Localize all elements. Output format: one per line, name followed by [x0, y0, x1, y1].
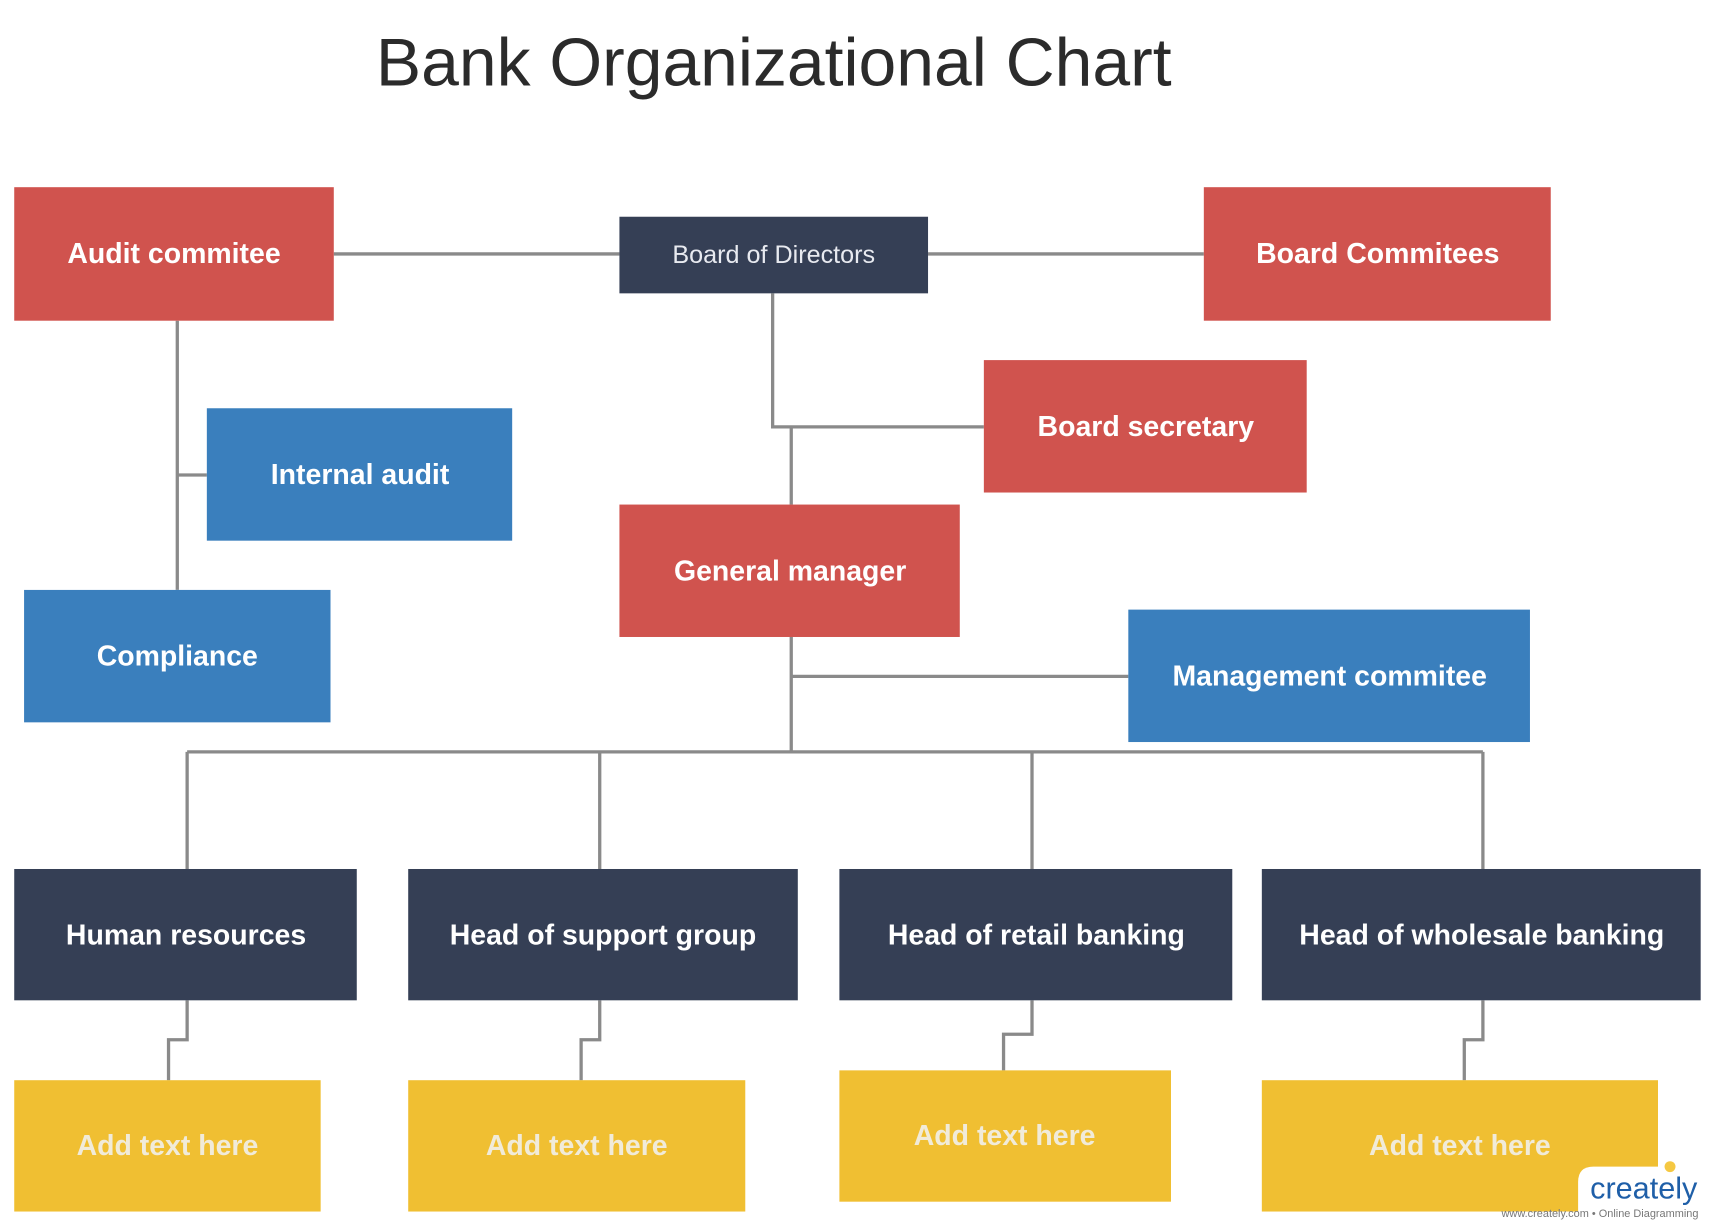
node-label: Head of retail banking — [888, 920, 1185, 952]
node-label: Audit commitee — [67, 238, 280, 270]
node-label: General manager — [674, 555, 906, 587]
node-label: Head of support group — [450, 920, 756, 952]
node-label: Management commitee — [1172, 660, 1486, 692]
creately-tagline: www.creately.com • Online Diagramming — [1501, 1208, 1699, 1220]
node-label: Add text here — [486, 1130, 668, 1162]
node-label: Head of wholesale banking — [1299, 920, 1664, 952]
node-audit-committee[interactable]: Audit commitee — [14, 187, 334, 321]
node-label: Board Commitees — [1256, 238, 1499, 270]
creately-logo: creately — [1590, 1171, 1698, 1205]
placeholder-node[interactable]: Add text here — [408, 1080, 746, 1212]
node-head-retail-banking[interactable]: Head of retail banking — [839, 868, 1233, 1001]
node-board-committees[interactable]: Board Commitees — [1203, 187, 1551, 321]
node-management-committee[interactable]: Management commitee — [1128, 609, 1530, 743]
placeholder-node[interactable]: Add text here — [839, 1070, 1171, 1202]
node-compliance[interactable]: Compliance — [24, 589, 331, 723]
node-human-resources[interactable]: Human resources — [14, 868, 357, 1001]
node-label: Board of Directors — [672, 241, 875, 269]
chart-title: Bank Organizational Chart — [376, 25, 1172, 100]
node-label: Add text here — [1369, 1130, 1551, 1162]
node-label: Human resources — [66, 920, 306, 952]
node-label: Board secretary — [1038, 411, 1255, 443]
org-chart: Bank Organizational Chart Board of Direc… — [14, 25, 1716, 1228]
node-internal-audit[interactable]: Internal audit — [206, 408, 513, 541]
node-head-wholesale-banking[interactable]: Head of wholesale banking — [1261, 868, 1701, 1001]
node-label: Add text here — [914, 1120, 1096, 1152]
placeholder-node[interactable]: Add text here — [14, 1080, 321, 1212]
node-label: Compliance — [97, 641, 258, 673]
node-board-secretary[interactable]: Board secretary — [983, 360, 1307, 493]
node-label: Internal audit — [271, 459, 450, 491]
node-general-manager[interactable]: General manager — [619, 504, 960, 637]
node-board-of-directors[interactable]: Board of Directors — [619, 216, 929, 294]
node-head-support-group[interactable]: Head of support group — [408, 868, 798, 1001]
node-label: Add text here — [77, 1130, 259, 1162]
